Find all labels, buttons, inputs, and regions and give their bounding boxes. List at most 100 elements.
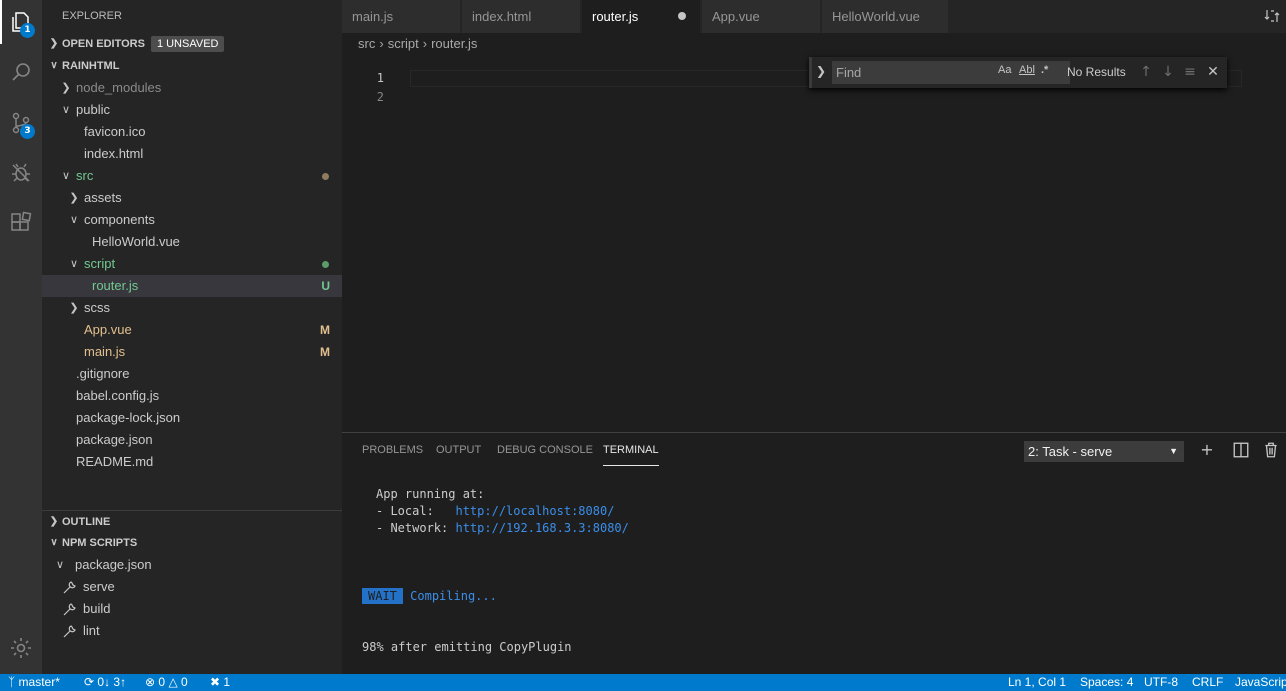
- arrow-up-icon[interactable]: ↑: [1138, 63, 1154, 81]
- tree-item-label: favicon.ico: [84, 124, 146, 139]
- outline-header[interactable]: ❯ OUTLINE: [42, 510, 342, 532]
- tree-item-assets[interactable]: ❯ assets: [42, 187, 342, 209]
- tab-main-js[interactable]: main.js: [342, 0, 461, 33]
- chevron-right-icon: ❯: [69, 192, 79, 204]
- tree-item-index-html[interactable]: index.html: [42, 143, 342, 165]
- tree-item-components[interactable]: ∨ components: [42, 209, 342, 231]
- chevron-down-icon: ∨: [61, 104, 71, 116]
- debug-icon: [12, 163, 30, 182]
- outline-label: OUTLINE: [62, 515, 111, 528]
- language-status[interactable]: JavaScript: [1235, 674, 1286, 691]
- untracked-dot: [322, 261, 329, 268]
- terminal-line: 98% after emitting CopyPlugin: [362, 640, 572, 654]
- terminal-line: App running at:: [376, 487, 485, 501]
- manage-activity-button[interactable]: [0, 626, 42, 670]
- tree-item-public[interactable]: ∨ public: [42, 99, 342, 121]
- tab-problems[interactable]: PROBLEMS: [362, 444, 423, 466]
- tree-item-main-js[interactable]: main.js M: [42, 341, 342, 363]
- tree-item-gitignore[interactable]: .gitignore: [42, 363, 342, 385]
- tree-item-helloworld[interactable]: HelloWorld.vue: [42, 231, 342, 253]
- indentation-status[interactable]: Spaces: 4: [1080, 674, 1133, 691]
- open-changes-icon[interactable]: [1264, 8, 1280, 24]
- match-case-toggle[interactable]: Aa: [998, 64, 1011, 76]
- npm-file-label: package.json: [75, 557, 152, 572]
- chevron-right-icon[interactable]: ❯: [816, 64, 826, 78]
- tab-output[interactable]: OUTPUT: [436, 444, 481, 466]
- terminal-select[interactable]: 2: Task - serve ▼: [1024, 441, 1184, 462]
- split-terminal-icon[interactable]: [1232, 441, 1250, 459]
- tree-item-label: script: [84, 256, 116, 271]
- tree-item-package-lock[interactable]: package-lock.json: [42, 407, 342, 429]
- tab-debug-console[interactable]: DEBUG CONSOLE: [497, 444, 593, 466]
- breadcrumb-item[interactable]: router.js: [431, 36, 477, 51]
- eol-status[interactable]: CRLF: [1192, 674, 1223, 691]
- problems-status[interactable]: ⊗ 0 △ 0: [145, 674, 188, 691]
- tab-label: index.html: [472, 9, 532, 24]
- plus-icon[interactable]: +: [1198, 441, 1216, 459]
- open-editors-header[interactable]: ❯ OPEN EDITORS 1 UNSAVED: [42, 33, 342, 55]
- find-in-selection-icon[interactable]: ≡: [1182, 63, 1198, 81]
- terminal-line: - Network: http://192.168.3.3:8080/: [376, 521, 629, 535]
- tree-item-label: App.vue: [84, 322, 132, 337]
- warning-icon: △: [168, 675, 178, 689]
- chevron-right-icon: ❯: [49, 515, 59, 527]
- trash-icon[interactable]: [1262, 441, 1280, 459]
- npm-scripts-header[interactable]: ∨ NPM SCRIPTS: [42, 532, 342, 554]
- debug-activity-button[interactable]: [0, 151, 42, 195]
- sync-status[interactable]: ⟳ 0↓ 3↑: [84, 674, 126, 691]
- tab-label: HelloWorld.vue: [832, 9, 920, 24]
- extensions-activity-button[interactable]: [0, 201, 42, 245]
- unsaved-dot-icon[interactable]: [678, 12, 686, 20]
- tree-item-src[interactable]: ∨ src: [42, 165, 342, 187]
- npm-script-build[interactable]: build: [42, 598, 342, 620]
- open-editors-label: OPEN EDITORS: [62, 38, 145, 50]
- npm-script-lint[interactable]: lint: [42, 620, 342, 642]
- npm-script-serve[interactable]: serve: [42, 576, 342, 598]
- explorer-activity-button[interactable]: 1: [0, 0, 42, 44]
- whole-word-toggle[interactable]: Abl: [1019, 64, 1035, 76]
- tab-app-vue[interactable]: App.vue: [702, 0, 821, 33]
- tree-item-script[interactable]: ∨ script: [42, 253, 342, 275]
- chevron-down-icon: ∨: [61, 170, 71, 182]
- tree-item-readme[interactable]: README.md: [42, 451, 342, 473]
- sidebar: EXPLORER ❯ OPEN EDITORS 1 UNSAVED ∨ RAIN…: [42, 0, 342, 674]
- regex-toggle[interactable]: .*: [1041, 64, 1048, 76]
- editor[interactable]: 1 2: [342, 55, 1286, 432]
- tree-item-babel-config[interactable]: babel.config.js: [42, 385, 342, 407]
- tree-item-router-js[interactable]: router.js U: [42, 275, 342, 297]
- cursor-position[interactable]: Ln 1, Col 1: [1008, 674, 1066, 691]
- branch-label: master*: [18, 675, 60, 689]
- gear-icon: [11, 638, 31, 658]
- tab-index-html[interactable]: index.html: [462, 0, 581, 33]
- arrow-down-icon[interactable]: ↓: [1160, 63, 1176, 81]
- unsaved-badge: 1 UNSAVED: [150, 36, 225, 52]
- chevron-right-icon: ❯: [49, 38, 59, 49]
- breadcrumb-item[interactable]: script: [388, 36, 419, 51]
- npm-package-json[interactable]: ∨ package.json: [42, 554, 342, 576]
- tools-status[interactable]: ✖ 1: [210, 674, 230, 691]
- tree-item-label: scss: [84, 300, 110, 315]
- project-header[interactable]: ∨ RAINHTML: [42, 55, 342, 77]
- breadcrumb-item[interactable]: src: [358, 36, 375, 51]
- tab-terminal[interactable]: TERMINAL: [603, 444, 659, 466]
- status-bar: ᛉ master* ⟳ 0↓ 3↑ ⊗ 0 △ 0 ✖ 1 Ln 1, Col …: [0, 674, 1286, 691]
- chevron-down-icon: ∨: [50, 60, 58, 71]
- tree-item-package-json[interactable]: package.json: [42, 429, 342, 451]
- tree-item-app-vue[interactable]: App.vue M: [42, 319, 342, 341]
- tree-item-scss[interactable]: ❯ scss: [42, 297, 342, 319]
- tab-router-js[interactable]: router.js: [582, 0, 701, 33]
- editor-tab-bar: main.js index.html router.js App.vue Hel…: [342, 0, 1286, 33]
- wrench-icon: [63, 581, 76, 594]
- encoding-status[interactable]: UTF-8: [1144, 674, 1178, 691]
- close-icon[interactable]: ✕: [1205, 63, 1221, 81]
- chevron-right-icon: ❯: [69, 302, 79, 314]
- tab-helloworld-vue[interactable]: HelloWorld.vue: [822, 0, 949, 33]
- search-activity-button[interactable]: [0, 50, 42, 94]
- scm-activity-button[interactable]: 3: [0, 101, 42, 145]
- local-url-link[interactable]: http://localhost:8080/: [455, 504, 614, 518]
- tree-item-favicon[interactable]: favicon.ico: [42, 121, 342, 143]
- network-url-link[interactable]: http://192.168.3.3:8080/: [455, 521, 628, 535]
- branch-status[interactable]: ᛉ master*: [8, 674, 60, 691]
- git-status-badge: M: [320, 323, 330, 337]
- tree-item-node-modules[interactable]: ❯ node_modules: [42, 77, 342, 99]
